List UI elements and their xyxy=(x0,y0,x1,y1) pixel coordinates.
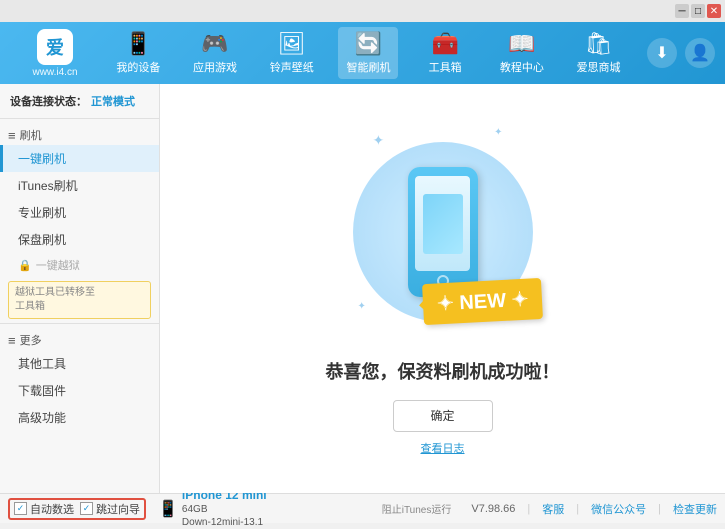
check-update-link[interactable]: 检查更新 xyxy=(673,501,717,517)
more-section-header[interactable]: ≡ 更多 xyxy=(0,328,159,350)
maximize-button[interactable]: □ xyxy=(691,4,705,18)
one-click-flash-label: 一键刷机 xyxy=(18,152,66,166)
logo-text-icon: 爱 xyxy=(46,34,64,60)
version-label: V7.98.66 xyxy=(471,503,515,515)
nav-smart-flash-label: 智能刷机 xyxy=(346,59,390,75)
nav-store[interactable]: 🛍 爱思商城 xyxy=(569,27,629,79)
nav-wallpaper-icon: 🖼 xyxy=(278,31,306,57)
status-value: 正常模式 xyxy=(91,93,135,109)
logo-url: www.i4.cn xyxy=(32,67,77,78)
sparkle-top-right-icon: ✦ xyxy=(494,127,502,138)
footer-sep-2: | xyxy=(576,503,579,515)
flash-section-icon: ≡ xyxy=(8,128,16,143)
header: 爱 www.i4.cn 📱 我的设备 🎮 应用游戏 🖼 铃声壁纸 🔄 智能刷机 … xyxy=(0,22,725,84)
logo-icon: 爱 xyxy=(37,29,73,65)
sidebar-item-one-click-flash[interactable]: 一键刷机 xyxy=(0,145,159,172)
nav-smart-flash[interactable]: 🔄 智能刷机 xyxy=(338,27,398,79)
device-status: 设备连接状态： 正常模式 xyxy=(0,88,159,114)
wechat-link[interactable]: 微信公众号 xyxy=(591,501,646,517)
logo-area: 爱 www.i4.cn xyxy=(10,29,100,78)
nav-apps-label: 应用游戏 xyxy=(193,59,237,75)
nav-smart-flash-icon: 🔄 xyxy=(355,31,382,57)
flash-section-label: 刷机 xyxy=(20,127,42,143)
phone-screen-inner xyxy=(423,194,463,254)
sidebar-divider-1 xyxy=(0,118,159,119)
sidebar-item-other-tools[interactable]: 其他工具 xyxy=(0,350,159,377)
minimize-button[interactable]: ─ xyxy=(675,4,689,18)
other-tools-label: 其他工具 xyxy=(18,357,66,371)
nav-tutorial-label: 教程中心 xyxy=(500,59,544,75)
skip-guide-label: 跳过向导 xyxy=(96,501,140,517)
sparkle-bottom-left-icon: ✦ xyxy=(358,301,366,312)
nav-store-label: 爱思商城 xyxy=(577,59,621,75)
sidebar-item-itunes-flash[interactable]: iTunes刷机 xyxy=(0,172,159,199)
skip-guide-checkbox[interactable]: ✓ 跳过向导 xyxy=(80,501,140,517)
checkbox-group-outline: ✓ 自动数选 ✓ 跳过向导 xyxy=(8,498,146,520)
sidebar-item-advanced[interactable]: 高级功能 xyxy=(0,404,159,431)
download-button[interactable]: ⬇ xyxy=(647,38,677,68)
nav-bar: 📱 我的设备 🎮 应用游戏 🖼 铃声壁纸 🔄 智能刷机 🧰 工具箱 📖 教程中心… xyxy=(100,27,637,79)
itunes-status: 阻止iTunes运行 xyxy=(374,501,460,516)
new-badge: ✦ NEW ✦ xyxy=(422,277,543,324)
more-section-label: 更多 xyxy=(20,332,42,348)
itunes-flash-label: iTunes刷机 xyxy=(18,179,78,193)
nav-tutorial-icon: 📖 xyxy=(508,31,535,57)
nav-my-device[interactable]: 📱 我的设备 xyxy=(108,27,168,79)
nav-store-icon: 🛍 xyxy=(585,31,613,57)
lock-icon: 🔒 xyxy=(18,259,32,272)
auto-dispatch-checkbox[interactable]: ✓ 自动数选 xyxy=(14,501,74,517)
sidebar: 设备连接状态： 正常模式 ≡ 刷机 一键刷机 iTunes刷机 专业刷机 保盘刷… xyxy=(0,84,160,493)
confirm-button[interactable]: 确定 xyxy=(393,400,493,432)
pro-flash-label: 专业刷机 xyxy=(18,206,66,220)
device-storage: 64GB xyxy=(182,503,267,516)
sidebar-item-pro-flash[interactable]: 专业刷机 xyxy=(0,199,159,226)
locked-label: 一键越狱 xyxy=(36,257,80,273)
title-bar: ─ □ ✕ xyxy=(0,0,725,22)
close-button[interactable]: ✕ xyxy=(707,4,721,18)
sidebar-item-save-flash[interactable]: 保盘刷机 xyxy=(0,226,159,253)
nav-my-device-label: 我的设备 xyxy=(116,59,160,75)
footer-sep-1: | xyxy=(527,503,530,515)
auto-dispatch-check-icon: ✓ xyxy=(14,502,27,515)
flash-section-header[interactable]: ≡ 刷机 xyxy=(0,123,159,145)
save-flash-label: 保盘刷机 xyxy=(18,233,66,247)
phone-body xyxy=(408,167,478,297)
nav-wallpaper[interactable]: 🖼 铃声壁纸 xyxy=(262,27,322,79)
phone-illustration: ✦ ✦ ✦ ✦ NEW ✦ xyxy=(343,122,543,342)
nav-apps[interactable]: 🎮 应用游戏 xyxy=(185,27,245,79)
more-section-icon: ≡ xyxy=(8,333,16,348)
nav-apps-icon: 🎮 xyxy=(201,31,228,57)
phone-screen xyxy=(415,176,470,271)
new-badge-text: NEW xyxy=(459,289,507,313)
nav-tutorial[interactable]: 📖 教程中心 xyxy=(492,27,552,79)
footer-sep-3: | xyxy=(658,503,661,515)
status-label: 设备连接状态： xyxy=(10,93,87,109)
warning-text: 越狱工具已转移至工具箱 xyxy=(15,287,95,312)
customer-service-link[interactable]: 客服 xyxy=(542,501,564,517)
nav-wallpaper-label: 铃声壁纸 xyxy=(270,59,314,75)
sidebar-item-download-firmware[interactable]: 下载固件 xyxy=(0,377,159,404)
sidebar-divider-2 xyxy=(0,323,159,324)
footer: ✓ 自动数选 ✓ 跳过向导 📱 iPhone 12 mini 64GB Down… xyxy=(0,493,725,523)
main-layout: 设备连接状态： 正常模式 ≡ 刷机 一键刷机 iTunes刷机 专业刷机 保盘刷… xyxy=(0,84,725,493)
download-firmware-label: 下载固件 xyxy=(18,384,66,398)
sparkle-top-left-icon: ✦ xyxy=(373,132,385,149)
device-phone-icon: 📱 xyxy=(158,499,178,519)
advanced-label: 高级功能 xyxy=(18,411,66,425)
nav-my-device-icon: 📱 xyxy=(125,31,152,57)
skip-guide-check-icon: ✓ xyxy=(80,502,93,515)
auto-dispatch-label: 自动数选 xyxy=(30,501,74,517)
nav-toolbox-label: 工具箱 xyxy=(429,59,462,75)
nav-right-actions: ⬇ 👤 xyxy=(647,38,715,68)
sidebar-locked-jailbreak: 🔒 一键越狱 xyxy=(0,253,159,277)
footer-right: 阻止iTunes运行 V7.98.66 | 客服 | 微信公众号 | 检查更新 xyxy=(374,501,717,517)
account-button[interactable]: 👤 xyxy=(685,38,715,68)
view-log-link[interactable]: 查看日志 xyxy=(421,440,465,456)
main-content: ✦ ✦ ✦ ✦ NEW ✦ 恭喜您，保资料刷机成功啦！ 确定 查看日志 xyxy=(160,84,725,493)
nav-toolbox-icon: 🧰 xyxy=(431,31,458,57)
nav-toolbox[interactable]: 🧰 工具箱 xyxy=(415,27,475,79)
success-message: 恭喜您，保资料刷机成功啦！ xyxy=(326,358,560,384)
jailbreak-warning: 越狱工具已转移至工具箱 xyxy=(8,281,151,319)
